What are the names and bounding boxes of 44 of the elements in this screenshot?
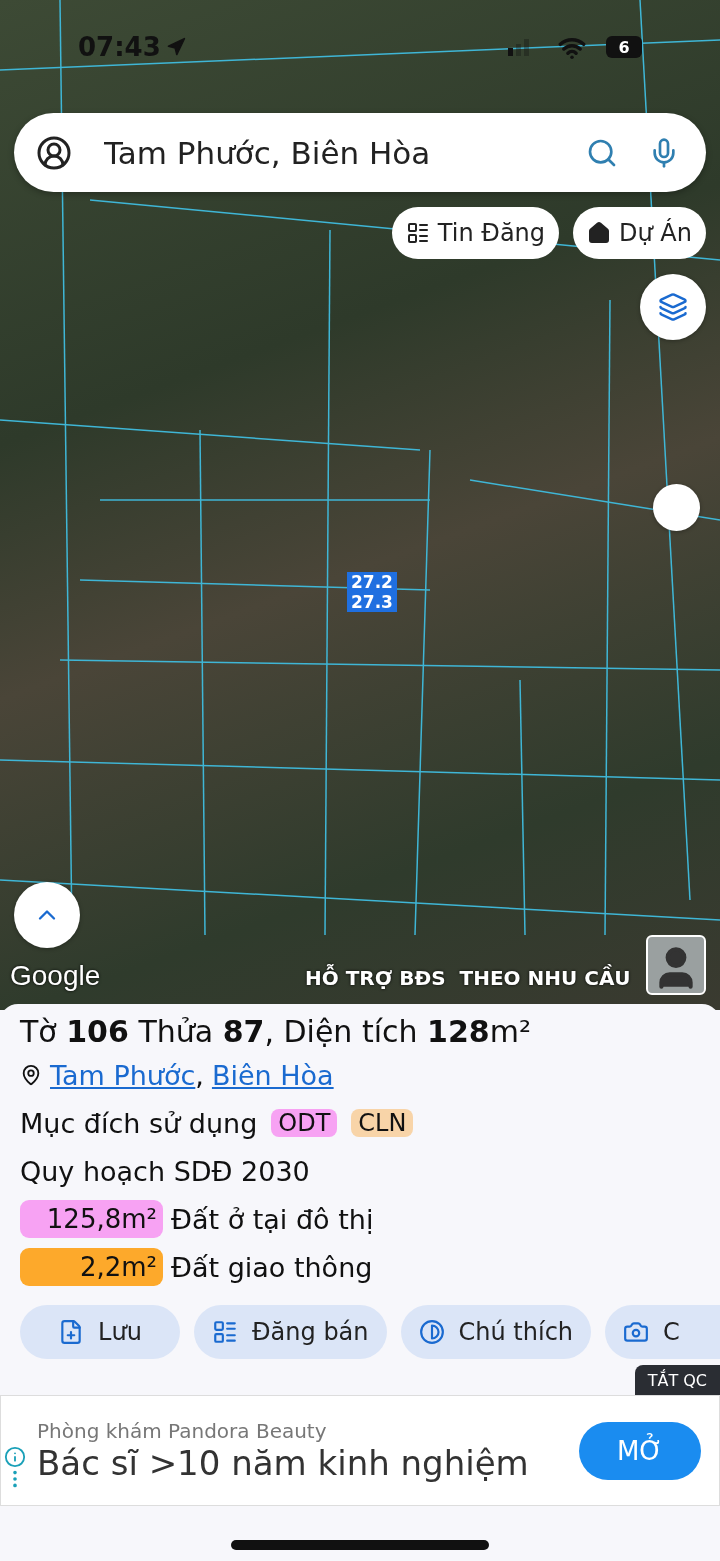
separator-text: , [195,1059,204,1091]
promo-text: HỖ TRỢ BĐS THEO NHU CẦU [305,966,631,990]
location-link[interactable]: Biên Hòa [211,1059,334,1091]
land-type-label: Đất giao thông [171,1251,373,1283]
purpose-label: Mục đích sử dụng [20,1107,258,1139]
circle-button[interactable] [653,484,700,531]
land-type-label: Đất ở tại đô thị [171,1203,374,1235]
layers-button[interactable] [640,274,706,340]
land-use-tag: ODT [271,1109,338,1137]
ad-banner[interactable]: Phòng khám Pandora Beauty Bác sĩ >10 năm kinh nghiệm MỞ [0,1395,720,1506]
house-icon [587,221,612,245]
signal-icon [508,38,530,56]
parcel-label: 27.3 [347,592,397,612]
close-ad-button[interactable]: TẮT QC [634,1365,720,1395]
location-link[interactable]: Tam Phước [50,1059,196,1091]
google-attribution: Google [10,960,101,992]
map-pin-icon [20,1064,42,1086]
battery-icon: 6 [606,36,642,58]
plan-title: Quy hoạch SDĐ 2030 [20,1155,310,1187]
parcel-label: 27.2 [347,572,397,592]
ad-headline: Bác sĩ >10 năm kinh nghiệm [37,1442,530,1483]
map-filter-chip[interactable]: Dự Án [573,207,706,259]
info-icon[interactable] [4,1446,26,1468]
action-button[interactable]: Lưu [20,1305,180,1359]
avatar-placeholder[interactable] [646,935,706,995]
map-filter-chip[interactable]: Tin Đăng [391,207,560,259]
search-bar[interactable]: Tam Phước, Biên Hòa [14,113,706,192]
action-button[interactable]: Đăng bán [194,1305,387,1359]
camera-icon [623,1319,650,1345]
listing-icon [405,221,430,245]
area-pill: 125,8m² [20,1200,163,1238]
action-button[interactable]: C [605,1305,720,1359]
listing-icon [212,1319,238,1345]
land-use-tag: CLN [351,1109,414,1137]
search-input[interactable]: Tam Phước, Biên Hòa [102,133,556,172]
contrast-icon [418,1319,445,1345]
area-pill: 2,2m² [20,1248,163,1286]
parcel-title: Tờ 106 Thửa 87, Diện tích 128m² [20,1014,532,1049]
expand-button[interactable] [14,882,80,948]
layers-icon [658,292,688,322]
location-arrow-icon [166,37,186,57]
advertiser-name: Phòng khám Pandora Beauty [37,1418,328,1443]
account-icon[interactable] [36,134,72,171]
action-button[interactable]: Chú thích [400,1305,592,1359]
